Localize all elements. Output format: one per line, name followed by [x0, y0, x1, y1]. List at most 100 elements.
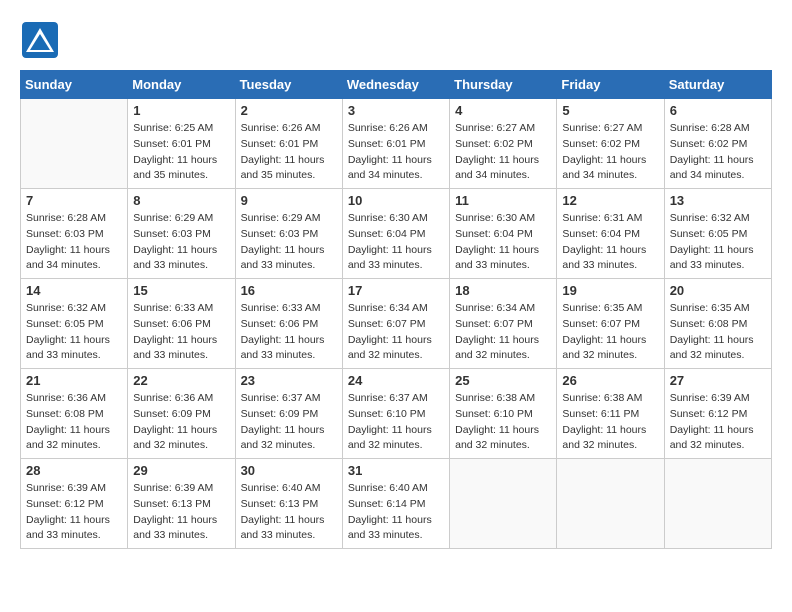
calendar-cell: 13Sunrise: 6:32 AM Sunset: 6:05 PM Dayli… [664, 189, 771, 279]
calendar-cell: 10 Sunrise: 6:30 AM Sunset: 6:04 PM Dayli… [342, 189, 449, 279]
calendar-cell: 29 Sunrise: 6:39 AM Sunset: 6:13 PM Dayli… [128, 459, 235, 549]
day-number: 21 [26, 373, 122, 388]
day-detail: Sunrise: 6:36 AM Sunset: 6:08 PM Dayligh… [26, 391, 122, 454]
calendar-cell: 2 Sunrise: 6:26 AM Sunset: 6:01 PM Daylig… [235, 99, 342, 189]
calendar-cell: 21 Sunrise: 6:36 AM Sunset: 6:08 PM Dayli… [21, 369, 128, 459]
calendar-cell [450, 459, 557, 549]
day-header-monday: Monday [128, 71, 235, 99]
calendar-cell: 18 Sunrise: 6:34 AM Sunset: 6:07 PM Dayli… [450, 279, 557, 369]
day-detail: Sunrise: 6:31 AM Sunset: 6:04 PM Dayligh… [562, 211, 658, 274]
calendar-cell: 30Sunrise: 6:40 AM Sunset: 6:13 PM Dayli… [235, 459, 342, 549]
calendar-cell: 6Sunrise: 6:28 AM Sunset: 6:02 PM Daylig… [664, 99, 771, 189]
calendar-cell: 12 Sunrise: 6:31 AM Sunset: 6:04 PM Dayli… [557, 189, 664, 279]
calendar-cell: 27Sunrise: 6:39 AM Sunset: 6:12 PM Dayli… [664, 369, 771, 459]
day-number: 24 [348, 373, 444, 388]
day-detail: Sunrise: 6:29 AM Sunset: 6:03 PM Dayligh… [241, 211, 337, 274]
day-detail: Sunrise: 6:30 AM Sunset: 6:04 PM Dayligh… [455, 211, 551, 274]
day-number: 23 [241, 373, 337, 388]
logo [20, 20, 64, 60]
week-row-3: 21 Sunrise: 6:36 AM Sunset: 6:08 PM Dayli… [21, 369, 772, 459]
day-number: 26 [562, 373, 658, 388]
day-detail: Sunrise: 6:36 AM Sunset: 6:09 PM Dayligh… [133, 391, 229, 454]
day-detail: Sunrise: 6:38 AM Sunset: 6:11 PM Dayligh… [562, 391, 658, 454]
day-number: 14 [26, 283, 122, 298]
calendar-cell [557, 459, 664, 549]
page-header [20, 20, 772, 60]
day-number: 10 [348, 193, 444, 208]
calendar-cell: 1 Sunrise: 6:25 AM Sunset: 6:01 PM Daylig… [128, 99, 235, 189]
week-row-0: 1 Sunrise: 6:25 AM Sunset: 6:01 PM Daylig… [21, 99, 772, 189]
calendar-cell: 16 Sunrise: 6:33 AM Sunset: 6:06 PM Dayli… [235, 279, 342, 369]
day-detail: Sunrise: 6:40 AM Sunset: 6:14 PM Dayligh… [348, 481, 444, 544]
day-detail: Sunrise: 6:35 AM Sunset: 6:08 PM Dayligh… [670, 301, 766, 364]
calendar-cell: 8 Sunrise: 6:29 AM Sunset: 6:03 PM Daylig… [128, 189, 235, 279]
day-number: 8 [133, 193, 229, 208]
day-detail: Sunrise: 6:33 AM Sunset: 6:06 PM Dayligh… [241, 301, 337, 364]
day-number: 9 [241, 193, 337, 208]
day-number: 2 [241, 103, 337, 118]
calendar-cell: 23 Sunrise: 6:37 AM Sunset: 6:09 PM Dayli… [235, 369, 342, 459]
calendar-cell [21, 99, 128, 189]
calendar-cell: 4 Sunrise: 6:27 AM Sunset: 6:02 PM Daylig… [450, 99, 557, 189]
day-detail: Sunrise: 6:33 AM Sunset: 6:06 PM Dayligh… [133, 301, 229, 364]
calendar-cell: 9 Sunrise: 6:29 AM Sunset: 6:03 PM Daylig… [235, 189, 342, 279]
calendar-cell: 22 Sunrise: 6:36 AM Sunset: 6:09 PM Dayli… [128, 369, 235, 459]
day-number: 12 [562, 193, 658, 208]
day-detail: Sunrise: 6:25 AM Sunset: 6:01 PM Dayligh… [133, 121, 229, 184]
day-detail: Sunrise: 6:39 AM Sunset: 6:12 PM Dayligh… [26, 481, 122, 544]
day-detail: Sunrise: 6:34 AM Sunset: 6:07 PM Dayligh… [455, 301, 551, 364]
calendar-cell [664, 459, 771, 549]
calendar-cell: 7 Sunrise: 6:28 AM Sunset: 6:03 PM Daylig… [21, 189, 128, 279]
calendar-cell: 14 Sunrise: 6:32 AM Sunset: 6:05 PM Dayli… [21, 279, 128, 369]
day-number: 20 [670, 283, 766, 298]
day-number: 29 [133, 463, 229, 478]
day-number: 16 [241, 283, 337, 298]
day-number: 15 [133, 283, 229, 298]
day-detail: Sunrise: 6:38 AM Sunset: 6:10 PM Dayligh… [455, 391, 551, 454]
day-detail: Sunrise: 6:32 AM Sunset: 6:05 PM Dayligh… [26, 301, 122, 364]
calendar-cell: 15 Sunrise: 6:33 AM Sunset: 6:06 PM Dayli… [128, 279, 235, 369]
calendar-cell: 5Sunrise: 6:27 AM Sunset: 6:02 PM Daylig… [557, 99, 664, 189]
day-detail: Sunrise: 6:29 AM Sunset: 6:03 PM Dayligh… [133, 211, 229, 274]
day-detail: Sunrise: 6:40 AM Sunset: 6:13 PM Dayligh… [241, 481, 337, 544]
calendar-cell: 28Sunrise: 6:39 AM Sunset: 6:12 PM Dayli… [21, 459, 128, 549]
day-header-wednesday: Wednesday [342, 71, 449, 99]
day-detail: Sunrise: 6:30 AM Sunset: 6:04 PM Dayligh… [348, 211, 444, 274]
logo-icon [20, 20, 60, 60]
day-detail: Sunrise: 6:26 AM Sunset: 6:01 PM Dayligh… [241, 121, 337, 184]
day-header-friday: Friday [557, 71, 664, 99]
day-number: 25 [455, 373, 551, 388]
calendar-header-row: SundayMondayTuesdayWednesdayThursdayFrid… [21, 71, 772, 99]
calendar-cell: 25 Sunrise: 6:38 AM Sunset: 6:10 PM Dayli… [450, 369, 557, 459]
day-number: 18 [455, 283, 551, 298]
day-detail: Sunrise: 6:34 AM Sunset: 6:07 PM Dayligh… [348, 301, 444, 364]
day-number: 7 [26, 193, 122, 208]
day-number: 6 [670, 103, 766, 118]
day-detail: Sunrise: 6:28 AM Sunset: 6:03 PM Dayligh… [26, 211, 122, 274]
day-detail: Sunrise: 6:37 AM Sunset: 6:10 PM Dayligh… [348, 391, 444, 454]
day-number: 19 [562, 283, 658, 298]
day-number: 4 [455, 103, 551, 118]
day-detail: Sunrise: 6:39 AM Sunset: 6:12 PM Dayligh… [670, 391, 766, 454]
calendar-cell: 17Sunrise: 6:34 AM Sunset: 6:07 PM Dayli… [342, 279, 449, 369]
day-detail: Sunrise: 6:37 AM Sunset: 6:09 PM Dayligh… [241, 391, 337, 454]
day-header-sunday: Sunday [21, 71, 128, 99]
week-row-1: 7 Sunrise: 6:28 AM Sunset: 6:03 PM Daylig… [21, 189, 772, 279]
calendar-cell: 26 Sunrise: 6:38 AM Sunset: 6:11 PM Dayli… [557, 369, 664, 459]
day-detail: Sunrise: 6:35 AM Sunset: 6:07 PM Dayligh… [562, 301, 658, 364]
day-header-tuesday: Tuesday [235, 71, 342, 99]
calendar-table: SundayMondayTuesdayWednesdayThursdayFrid… [20, 70, 772, 549]
day-detail: Sunrise: 6:39 AM Sunset: 6:13 PM Dayligh… [133, 481, 229, 544]
day-header-saturday: Saturday [664, 71, 771, 99]
day-detail: Sunrise: 6:27 AM Sunset: 6:02 PM Dayligh… [562, 121, 658, 184]
day-number: 1 [133, 103, 229, 118]
calendar-cell: 24 Sunrise: 6:37 AM Sunset: 6:10 PM Dayli… [342, 369, 449, 459]
day-number: 31 [348, 463, 444, 478]
day-number: 22 [133, 373, 229, 388]
calendar-cell: 3Sunrise: 6:26 AM Sunset: 6:01 PM Daylig… [342, 99, 449, 189]
calendar-cell: 11Sunrise: 6:30 AM Sunset: 6:04 PM Dayli… [450, 189, 557, 279]
day-detail: Sunrise: 6:27 AM Sunset: 6:02 PM Dayligh… [455, 121, 551, 184]
day-detail: Sunrise: 6:32 AM Sunset: 6:05 PM Dayligh… [670, 211, 766, 274]
calendar-cell: 20 Sunrise: 6:35 AM Sunset: 6:08 PM Dayli… [664, 279, 771, 369]
week-row-4: 28Sunrise: 6:39 AM Sunset: 6:12 PM Dayli… [21, 459, 772, 549]
